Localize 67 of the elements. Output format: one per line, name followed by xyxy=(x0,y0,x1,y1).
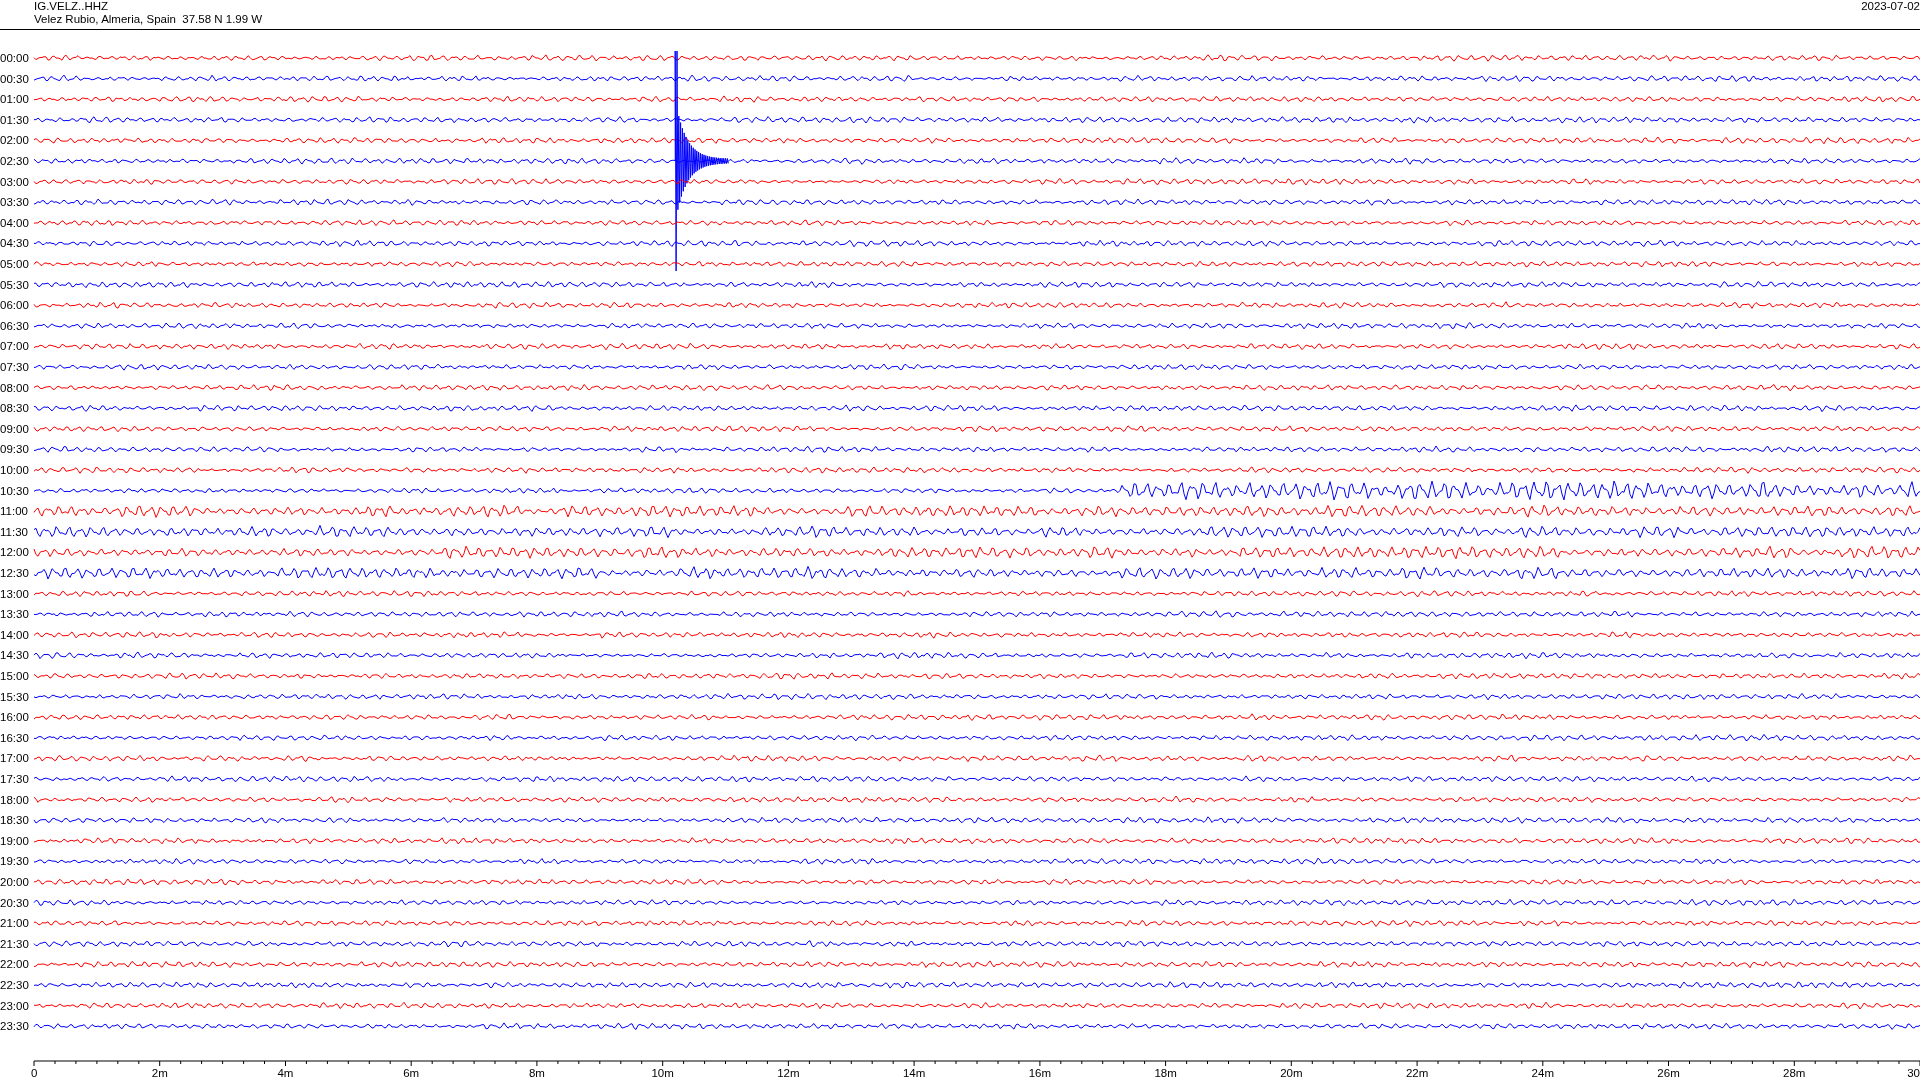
time-tick-label: 22m xyxy=(1405,1067,1429,1079)
time-tick-label: 24m xyxy=(1531,1067,1554,1079)
row-time-label: 03:30 xyxy=(0,196,29,209)
row-time-label: 10:30 xyxy=(0,484,29,497)
row-time-label: 09:00 xyxy=(0,422,29,435)
time-tick-label: 18m xyxy=(1154,1067,1177,1079)
row-time-label: 20:30 xyxy=(0,896,29,909)
row-time-label: 00:30 xyxy=(0,72,29,85)
row-time-label: 19:30 xyxy=(0,855,29,868)
row-time-label: 12:00 xyxy=(0,546,29,559)
row-time-label: 13:30 xyxy=(0,608,29,621)
row-time-label: 19:00 xyxy=(0,834,29,847)
time-tick-label: 8m xyxy=(528,1067,545,1079)
time-tick-label: 10m xyxy=(651,1067,674,1079)
row-time-label: 05:00 xyxy=(0,258,29,270)
time-tick-label: 30 xyxy=(1907,1067,1920,1079)
row-time-label: 15:30 xyxy=(0,690,29,703)
row-time-label: 23:00 xyxy=(0,999,29,1012)
time-tick-label: 12m xyxy=(777,1067,800,1079)
row-time-label: 03:00 xyxy=(0,175,29,188)
row-time-label: 04:30 xyxy=(0,237,29,250)
time-tick-label: 0 xyxy=(31,1067,38,1079)
row-time-label: 07:00 xyxy=(0,340,29,353)
row-time-label: 17:00 xyxy=(0,752,29,765)
plot-date: 2023-07-02 xyxy=(1861,0,1920,13)
row-time-label: 22:30 xyxy=(0,979,29,991)
time-tick-label: 20m xyxy=(1280,1067,1303,1079)
row-time-label: 11:00 xyxy=(0,505,28,518)
row-time-label: 16:30 xyxy=(0,731,29,744)
row-time-label: 07:30 xyxy=(0,361,29,373)
time-tick-label: 16m xyxy=(1028,1067,1052,1079)
row-time-label: 08:30 xyxy=(0,402,29,415)
row-time-label: 21:00 xyxy=(0,917,29,930)
time-tick-label: 2m xyxy=(151,1067,168,1079)
row-time-label: 06:30 xyxy=(0,319,29,332)
row-time-label: 14:30 xyxy=(0,649,29,662)
station-location: Velez Rubio, Almeria, Spain 37.58 N 1.99 W xyxy=(34,13,263,26)
row-time-label: 16:00 xyxy=(0,711,29,724)
time-tick-label: 26m xyxy=(1657,1067,1680,1079)
row-time-label: 09:30 xyxy=(0,443,29,456)
row-time-label: 05:30 xyxy=(0,278,29,291)
row-time-label: 02:30 xyxy=(0,155,29,167)
station-code: IG.VELZ..HHZ xyxy=(34,0,109,13)
row-time-label: 01:00 xyxy=(0,93,29,106)
row-time-label: 12:30 xyxy=(0,567,29,579)
time-tick-label: 28m xyxy=(1783,1067,1806,1079)
row-time-label: 18:30 xyxy=(0,814,29,827)
row-time-label: 13:00 xyxy=(0,587,29,600)
row-time-label: 01:30 xyxy=(0,113,29,126)
row-time-label: 22:00 xyxy=(0,958,29,971)
time-tick-label: 6m xyxy=(403,1067,420,1079)
row-time-label: 20:00 xyxy=(0,876,29,888)
row-time-label: 14:00 xyxy=(0,628,29,641)
time-tick-label: 14m xyxy=(902,1067,926,1079)
time-tick-label: 4m xyxy=(277,1067,294,1079)
row-time-label: 04:00 xyxy=(0,216,29,229)
row-time-label: 02:00 xyxy=(0,134,29,147)
row-time-label: 17:30 xyxy=(0,773,29,785)
row-time-label: 11:30 xyxy=(0,525,28,538)
row-time-label: 08:00 xyxy=(0,381,29,394)
row-time-label: 00:00 xyxy=(0,52,29,64)
row-time-label: 23:30 xyxy=(0,1020,29,1033)
row-time-label: 18:00 xyxy=(0,793,29,806)
row-time-label: 10:00 xyxy=(0,464,29,476)
row-time-label: 06:00 xyxy=(0,299,29,312)
row-time-label: 15:00 xyxy=(0,670,29,682)
row-time-label: 21:30 xyxy=(0,937,29,950)
